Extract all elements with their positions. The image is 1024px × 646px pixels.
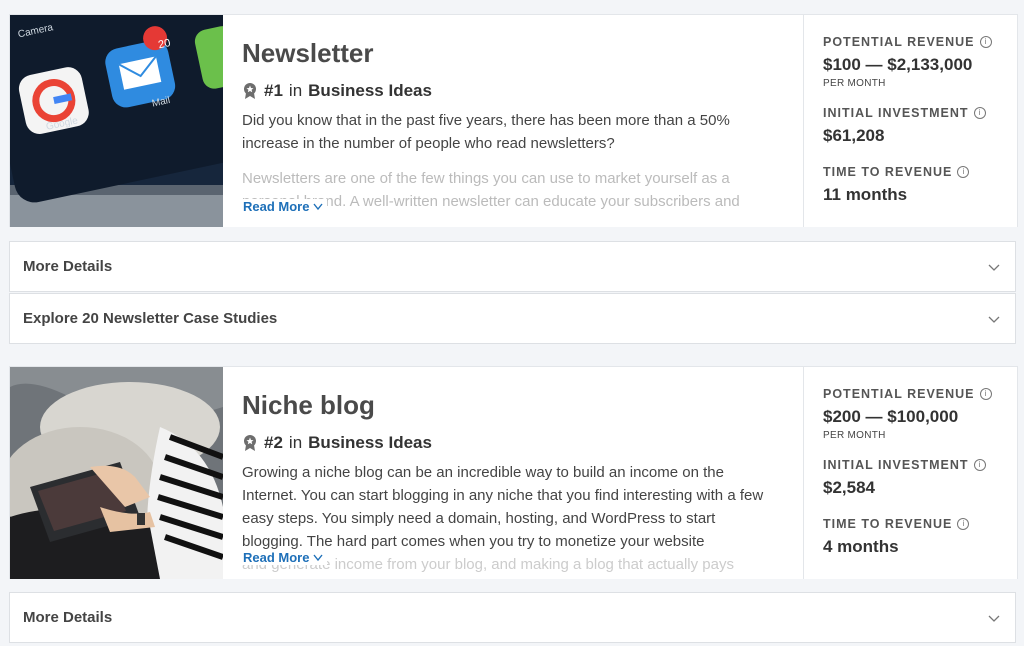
rank-number: #2 xyxy=(264,433,283,452)
initial-investment-label: INITIAL INVESTMENT i xyxy=(823,458,1013,472)
chevron-down-icon xyxy=(988,316,1000,323)
potential-revenue-label-text: POTENTIAL REVENUE xyxy=(823,387,975,401)
chevron-down-icon xyxy=(313,554,324,561)
info-icon[interactable]: i xyxy=(979,36,992,48)
initial-investment-value: $61,208 xyxy=(823,126,885,145)
info-icon[interactable]: i xyxy=(957,166,970,178)
accordion-label: More Details xyxy=(23,609,113,626)
initial-investment-label-text: INITIAL INVESTMENT xyxy=(823,458,969,472)
time-to-revenue-label-text: TIME TO REVENUE xyxy=(823,517,953,531)
read-more-label: Read More xyxy=(243,550,310,565)
rank-category-link[interactable]: Business Ideas xyxy=(308,81,432,101)
potential-revenue-value: $100 — $2,133,000 xyxy=(823,55,973,74)
time-to-revenue-label: TIME TO REVENUE i xyxy=(823,517,1013,531)
initial-investment-label: INITIAL INVESTMENT i xyxy=(823,106,1013,120)
info-icon[interactable]: i xyxy=(973,107,986,119)
award-icon xyxy=(244,435,256,451)
chevron-down-icon xyxy=(988,264,1000,271)
chevron-down-icon xyxy=(313,203,324,210)
time-to-revenue-value: 11 months xyxy=(823,185,908,204)
thumb-badge-count: 20 xyxy=(157,37,171,51)
more-details-accordion[interactable]: More Details xyxy=(9,592,1016,643)
newsletter-thumbnail[interactable]: Camera Google Mail 20 xyxy=(10,15,223,227)
idea-description-text: Growing a niche blog can be an incredibl… xyxy=(242,464,764,550)
per-month-label: PER MONTH xyxy=(823,78,886,89)
rank-in: in xyxy=(288,81,303,100)
info-icon[interactable]: i xyxy=(979,388,992,400)
card-divider xyxy=(803,15,804,227)
rank-in: in xyxy=(288,433,303,452)
idea-title[interactable]: Newsletter xyxy=(242,37,777,69)
idea-rank: #1 in Business Ideas xyxy=(242,81,777,101)
accordion-label: More Details xyxy=(23,258,113,275)
case-studies-accordion[interactable]: Explore 20 Newsletter Case Studies xyxy=(9,293,1016,344)
initial-investment-label-text: INITIAL INVESTMENT xyxy=(823,106,969,120)
potential-revenue-label-text: POTENTIAL REVENUE xyxy=(823,35,975,49)
more-details-accordion[interactable]: More Details xyxy=(9,241,1016,292)
time-to-revenue-label-text: TIME TO REVENUE xyxy=(823,165,953,179)
idea-description: Did you know that in the past five years… xyxy=(242,112,730,152)
idea-rank: #2 in Business Ideas xyxy=(242,433,777,453)
per-month-label: PER MONTH xyxy=(823,430,886,441)
rank-number: #1 xyxy=(264,81,283,100)
chevron-down-icon xyxy=(988,615,1000,622)
idea-metrics: POTENTIAL REVENUE i $200 — $100,000 PER … xyxy=(823,387,1013,557)
potential-revenue-value: $200 — $100,000 xyxy=(823,407,959,426)
niche-blog-thumbnail[interactable] xyxy=(10,367,223,579)
info-icon[interactable]: i xyxy=(957,518,970,530)
time-to-revenue-label: TIME TO REVENUE i xyxy=(823,165,1013,179)
accordion-label: Explore 20 Newsletter Case Studies xyxy=(23,310,278,327)
read-more-link[interactable]: Read More xyxy=(243,199,328,214)
potential-revenue-label: POTENTIAL REVENUE i xyxy=(823,387,1013,401)
read-more-link[interactable]: Read More xyxy=(243,550,328,565)
idea-card-newsletter: Camera Google Mail 20 Newsletter #1 in B… xyxy=(9,14,1018,227)
potential-revenue-label: POTENTIAL REVENUE i xyxy=(823,35,1013,49)
card-divider xyxy=(803,367,804,579)
info-icon[interactable]: i xyxy=(973,459,986,471)
idea-card-niche-blog: Niche blog #2 in Business Ideas Growing … xyxy=(9,366,1018,579)
time-to-revenue-value: 4 months xyxy=(823,537,899,556)
idea-metrics: POTENTIAL REVENUE i $100 — $2,133,000 PE… xyxy=(823,35,1013,205)
rank-category-link[interactable]: Business Ideas xyxy=(308,433,432,453)
award-icon xyxy=(244,83,256,99)
idea-title[interactable]: Niche blog xyxy=(242,389,777,421)
read-more-label: Read More xyxy=(243,199,310,214)
idea-description: Growing a niche blog can be an incredibl… xyxy=(242,461,777,553)
initial-investment-value: $2,584 xyxy=(823,478,875,497)
